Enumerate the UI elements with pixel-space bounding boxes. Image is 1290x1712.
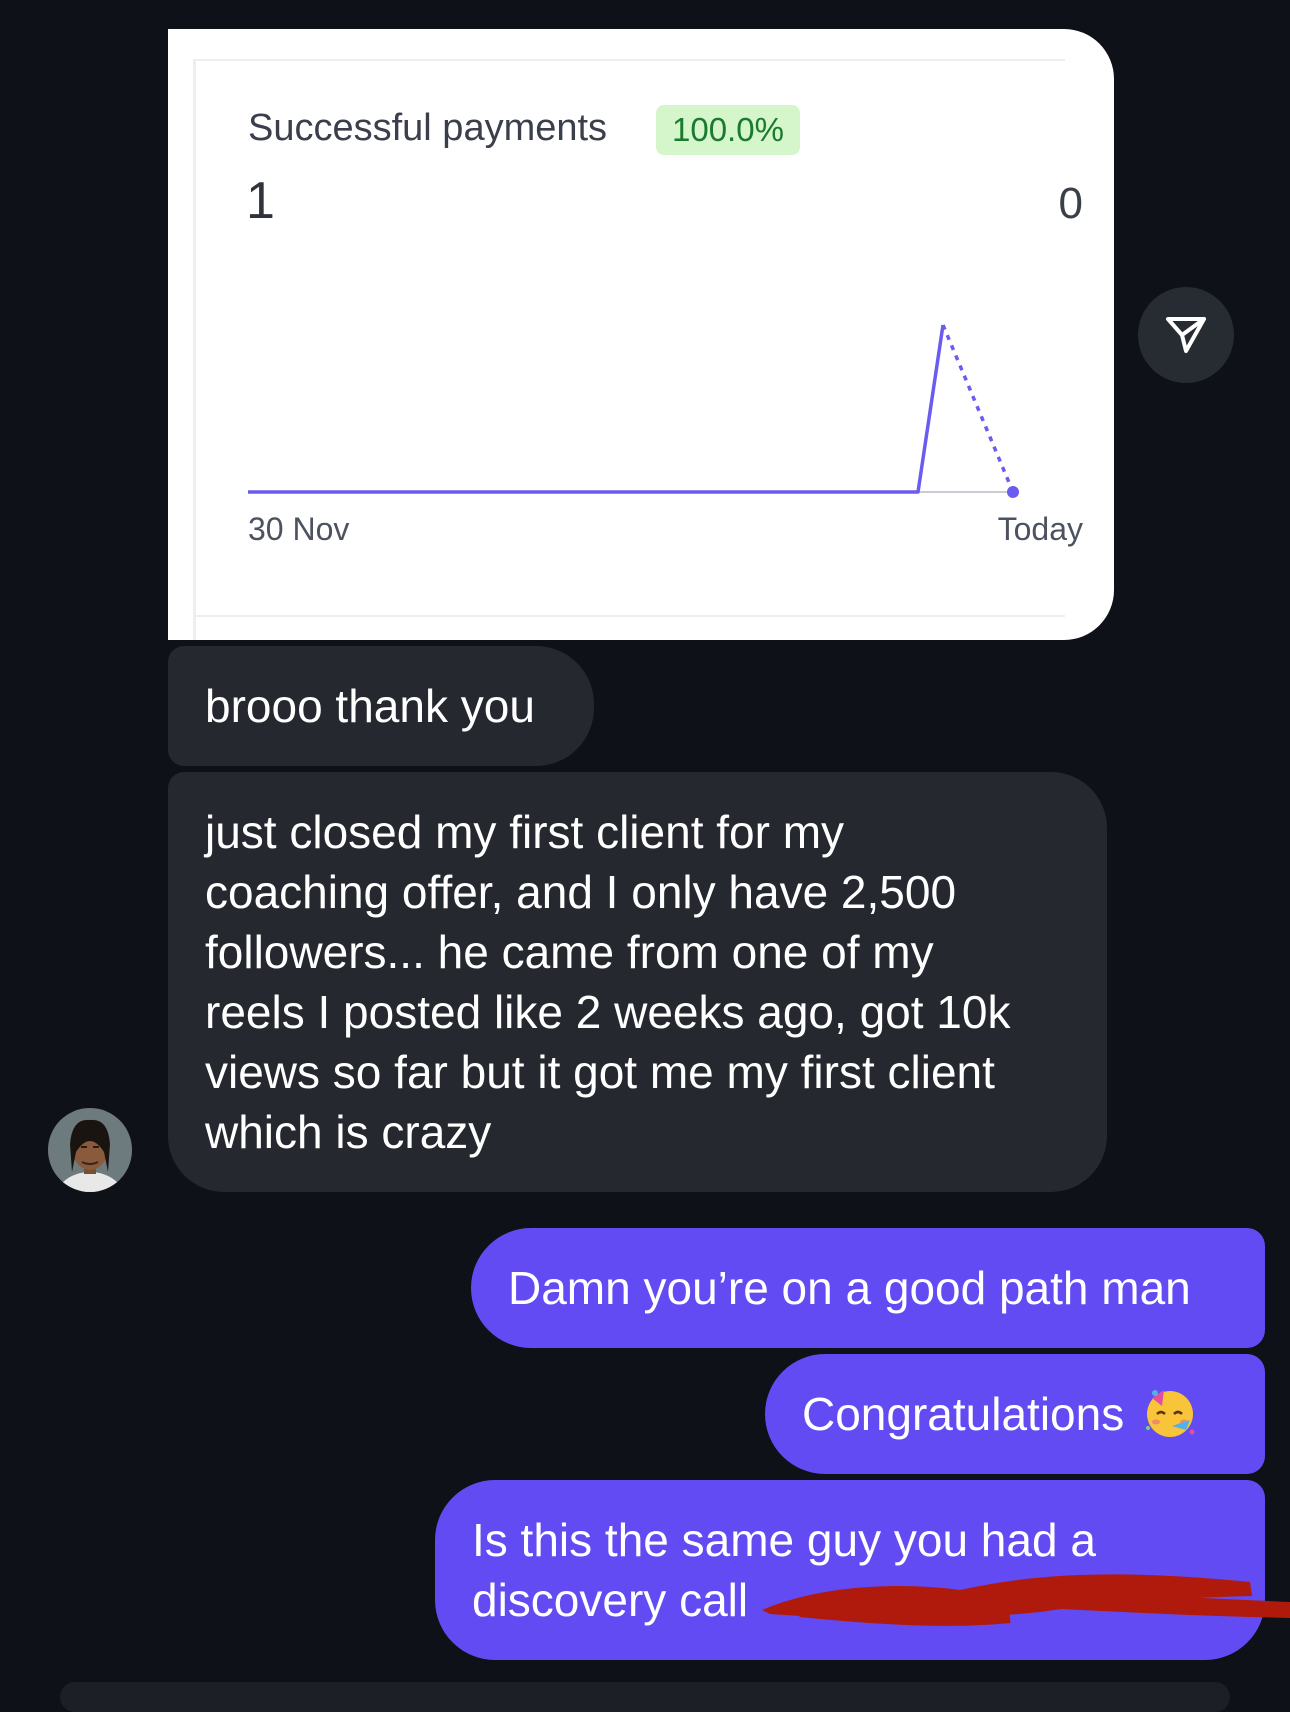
next-message-edge: [60, 1682, 1230, 1712]
redaction-scribble: [762, 1574, 1290, 1626]
